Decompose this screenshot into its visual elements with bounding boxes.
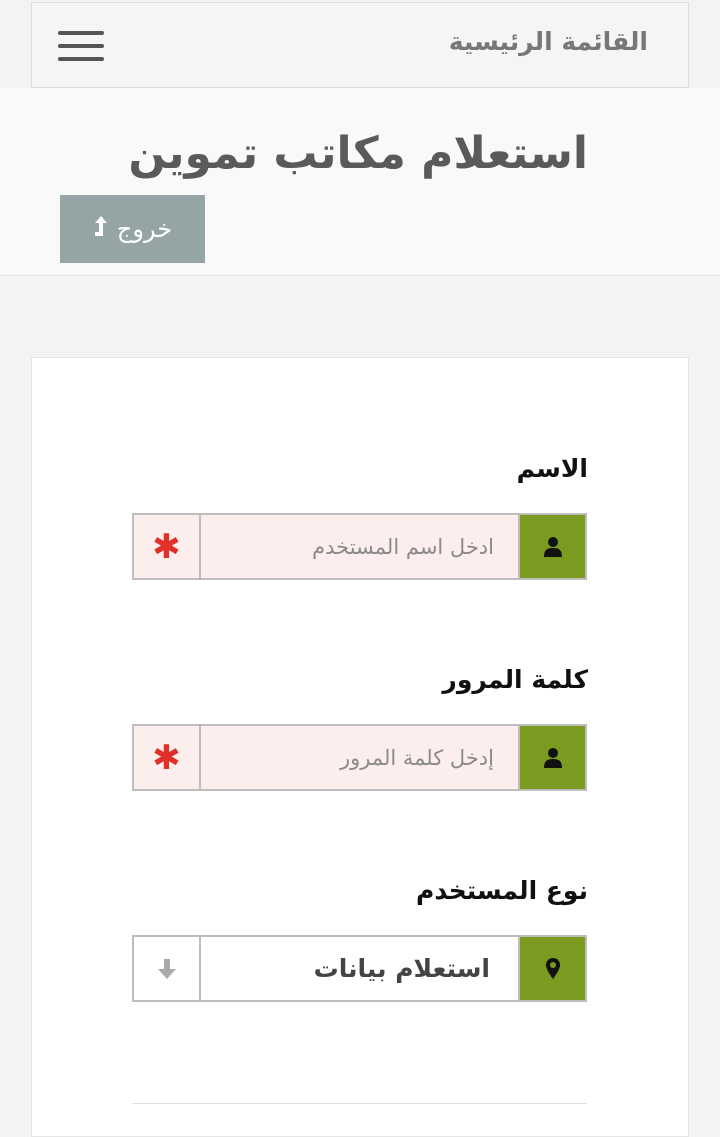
- top-navbar: القائمة الرئيسية: [31, 2, 689, 88]
- username-input-group: ✱: [132, 513, 587, 580]
- page-title: استعلام مكاتب تموين: [128, 128, 588, 179]
- arrow-down-icon[interactable]: [134, 937, 201, 1000]
- user-type-selected-value[interactable]: استعلام بيانات: [201, 937, 518, 1000]
- logout-label: خروج: [116, 215, 173, 243]
- username-input[interactable]: [201, 515, 518, 578]
- logout-button[interactable]: خروج: [60, 195, 205, 263]
- password-input[interactable]: [201, 726, 518, 789]
- hamburger-menu-icon[interactable]: [58, 31, 104, 63]
- page-header: استعلام مكاتب تموين خروج: [0, 88, 720, 276]
- user-icon: [518, 726, 585, 789]
- map-marker-icon: [518, 937, 585, 1000]
- login-form-card: الاسم ✱ كلمة المرور ✱ نوع المستخدم: [31, 357, 689, 1137]
- user-type-label: نوع المستخدم: [416, 876, 588, 905]
- asterisk-icon: ✱: [134, 515, 201, 578]
- arrow-up-icon: [93, 214, 109, 244]
- asterisk-icon: ✱: [134, 726, 201, 789]
- password-input-group: ✱: [132, 724, 587, 791]
- home-menu-link[interactable]: القائمة الرئيسية: [449, 27, 648, 56]
- form-divider: [132, 1103, 587, 1104]
- user-icon: [518, 515, 585, 578]
- user-type-select[interactable]: استعلام بيانات: [132, 935, 587, 1002]
- password-label: كلمة المرور: [442, 665, 588, 694]
- username-label: الاسم: [516, 454, 588, 483]
